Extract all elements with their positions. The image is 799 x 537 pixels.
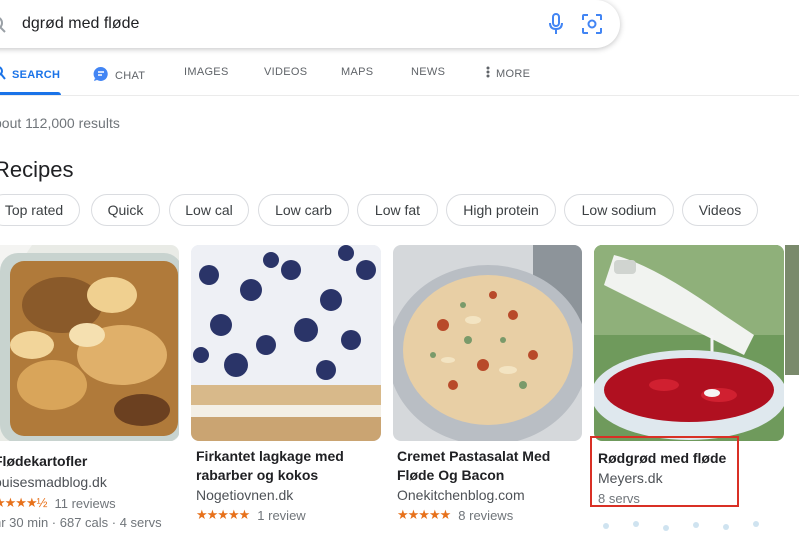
next-row-image-peek [596,516,776,532]
search-input[interactable]: dgrød med fløde [22,15,139,33]
tab-label: SEARCH [12,68,61,81]
chip-top-rated[interactable]: Top rated [0,194,80,226]
star-rating-icon: ★★★★½ [0,495,47,510]
tab-label: CHAT [115,69,146,82]
chip-label: Videos [698,202,742,218]
chip-videos[interactable]: Videos [682,194,758,226]
tab-maps[interactable]: MAPS [341,66,373,78]
recipe-source: Nogetiovnen.dk [196,487,294,503]
chat-icon [93,66,109,85]
chip-label: Quick [107,202,144,218]
tab-images[interactable]: IMAGES [184,66,229,78]
recipe-meta: hr 30 min · 687 cals · 4 servs [0,515,162,530]
recipe-title[interactable]: Flødekartofler [0,452,87,471]
tab-label: VIDEOS [264,66,308,78]
lens-icon[interactable] [580,12,604,36]
star-rating-icon: ★★★★★ [196,507,250,522]
tab-more[interactable]: MORE [486,66,530,81]
recipe-title-line: Cremet Pastasalat Med [397,448,551,464]
tab-label: NEWS [411,66,446,78]
divider [0,95,799,96]
recipe-title-line: rabarber og kokos [196,467,319,483]
tab-label: IMAGES [184,66,229,78]
review-count: 11 reviews [54,495,116,511]
recipe-image-lagkage[interactable] [191,245,381,441]
recipe-title-line: Firkantet lagkage med [196,448,344,464]
recipe-source: Onekitchenblog.com [397,487,525,503]
tab-label: MAPS [341,66,374,78]
chip-label: Low carb [275,202,332,218]
chip-quick[interactable]: Quick [91,194,160,226]
recipe-rating: ★★★★★ 8 reviews [397,507,513,523]
chip-label: Low fat [374,202,421,218]
recipe-rating: ★★★★★ 1 review [196,507,306,523]
result-stats: bout 112,000 results [0,115,120,131]
highlight-box [590,436,739,507]
chip-label: High protein [463,202,539,218]
tab-news[interactable]: NEWS [411,66,445,78]
search-icon [0,16,8,39]
chip-label: Low cal [185,202,233,218]
tab-chat[interactable]: CHAT [93,66,145,85]
chip-low-fat[interactable]: Low fat [357,194,438,226]
chip-low-sodium[interactable]: Low sodium [564,194,674,226]
recipes-heading: Recipes [0,157,74,182]
more-vert-icon [486,66,490,81]
tab-label: MORE [496,67,531,80]
recipe-image-pastasalat[interactable] [393,245,582,441]
review-count: 8 reviews [458,507,514,523]
recipe-rating: ★★★★½ 11 reviews [0,495,116,511]
microphone-icon[interactable] [544,12,568,36]
recipe-image-rodgrod[interactable] [594,245,784,441]
recipe-source: ouisesmadblog.dk [0,474,107,490]
chip-low-cal[interactable]: Low cal [169,194,249,226]
chip-high-protein[interactable]: High protein [446,194,556,226]
next-card-peek [785,245,799,375]
chip-label: Top rated [4,202,64,218]
search-icon [0,66,6,83]
chip-label: Low sodium [581,202,657,218]
review-count: 1 review [257,507,306,523]
chip-low-carb[interactable]: Low carb [258,194,349,226]
recipe-title[interactable]: Firkantet lagkage med rabarber og kokos [196,447,344,485]
star-rating-icon: ★★★★★ [397,507,451,522]
recipe-title-line: Fløde Og Bacon [397,467,505,483]
tab-search[interactable]: SEARCH [0,66,60,83]
tab-videos[interactable]: VIDEOS [264,66,307,78]
recipe-title[interactable]: Cremet Pastasalat Med Fløde Og Bacon [397,447,550,485]
recipe-image-flodekartofler[interactable] [0,245,179,441]
